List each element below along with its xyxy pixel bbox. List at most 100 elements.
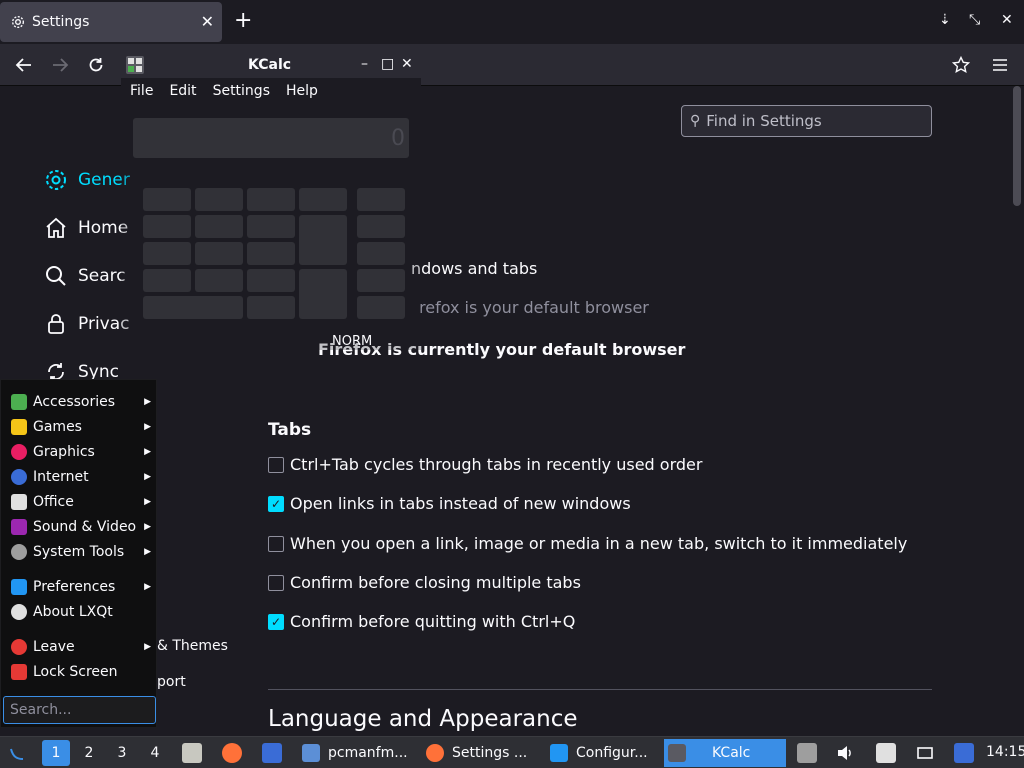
menu-item-about-lxqt[interactable]: About LXQt [11, 604, 151, 620]
calc-key[interactable] [357, 242, 405, 265]
menu-item-internet[interactable]: Internet ▶ [11, 469, 151, 485]
menu-settings[interactable]: Settings [213, 83, 270, 99]
checkbox[interactable] [268, 574, 284, 591]
checkbox[interactable] [268, 535, 284, 552]
workspace-4[interactable]: 4 [141, 740, 169, 766]
close-icon[interactable]: ✕ [401, 56, 413, 72]
tab-option-open-links[interactable]: ✓ Open links in tabs instead of new wind… [268, 494, 631, 513]
sidebar-item-search[interactable]: Searc [44, 264, 126, 288]
calc-key[interactable] [247, 296, 295, 319]
menu-item-accessories[interactable]: Accessories ▶ [11, 394, 151, 410]
minimize-icon[interactable]: ⇣ [939, 12, 951, 28]
calc-key[interactable] [195, 188, 243, 211]
file-manager-launcher-icon[interactable] [182, 743, 202, 763]
start-menu-search-input[interactable]: Search... [3, 696, 156, 724]
tab-option-switch-to-tab[interactable]: When you open a link, image or media in … [268, 534, 907, 553]
tab-option-confirm-quit[interactable]: ✓ Confirm before quitting with Ctrl+Q [268, 612, 575, 631]
maximize-icon[interactable]: □ [381, 56, 394, 72]
menu-item-label: Graphics [33, 444, 95, 460]
folder-icon [302, 744, 320, 762]
calc-key[interactable] [299, 215, 347, 265]
reload-icon[interactable] [83, 52, 109, 78]
notes-icon[interactable] [876, 743, 896, 763]
calc-key[interactable] [143, 215, 191, 238]
checkbox[interactable] [268, 456, 284, 473]
lock-icon [48, 314, 64, 334]
calc-key[interactable] [357, 296, 405, 319]
hamburger-menu-icon[interactable] [987, 52, 1013, 78]
task-pcmanfm[interactable]: pcmanfm... [298, 739, 416, 767]
checkbox-checked[interactable]: ✓ [268, 613, 284, 630]
kcalc-titlebar[interactable]: KCalc – □ ✕ [121, 52, 421, 78]
back-icon[interactable] [11, 52, 37, 78]
calc-key[interactable] [357, 269, 405, 292]
volume-icon[interactable] [835, 743, 855, 763]
sidebar-item-general[interactable]: Gener [44, 168, 130, 192]
tab-option-confirm-close[interactable]: Confirm before closing multiple tabs [268, 573, 581, 592]
task-configuration[interactable]: Configur... [546, 739, 658, 767]
scrollbar[interactable] [1013, 86, 1021, 206]
task-kcalc[interactable]: KCalc [664, 739, 786, 767]
menu-help[interactable]: Help [286, 83, 318, 99]
start-menu-icon[interactable] [8, 744, 26, 762]
calc-key[interactable] [357, 215, 405, 238]
menu-item-system-tools[interactable]: System Tools ▶ [11, 544, 151, 560]
calc-key[interactable] [195, 215, 243, 238]
sound-video-icon [11, 519, 27, 535]
calc-key[interactable] [143, 188, 191, 211]
menu-item-label: Leave [33, 639, 75, 655]
workspace-2[interactable]: 2 [75, 740, 103, 766]
find-in-settings-input[interactable]: ⚲ Find in Settings [681, 105, 932, 137]
calc-key[interactable] [143, 242, 191, 265]
kcalc-window[interactable]: KCalc – □ ✕ File Edit Settings Help 0 [121, 52, 421, 350]
forward-icon[interactable] [47, 52, 73, 78]
gear-icon [46, 170, 66, 190]
window-close-icon[interactable]: ✕ [1001, 12, 1013, 28]
checkbox-checked[interactable]: ✓ [268, 495, 284, 512]
sidebar-item-home[interactable]: Home [44, 216, 128, 240]
menu-item-preferences[interactable]: Preferences ▶ [11, 579, 151, 595]
menu-item-office[interactable]: Office ▶ [11, 494, 151, 510]
menu-item-games[interactable]: Games ▶ [11, 419, 151, 435]
menu-item-sound-video[interactable]: Sound & Video ▶ [11, 519, 151, 535]
desktop-launcher-icon[interactable] [262, 743, 282, 763]
calc-key[interactable] [195, 269, 243, 292]
menu-item-leave[interactable]: Leave ▶ [11, 639, 151, 655]
sidebar-item-themes[interactable]: & Themes [157, 638, 228, 654]
calc-key[interactable] [357, 188, 405, 211]
restore-icon[interactable]: ⤡ [969, 12, 980, 28]
calc-key[interactable] [299, 269, 347, 319]
update-notifier-icon[interactable] [954, 743, 974, 763]
tab-settings[interactable]: Settings ✕ [0, 2, 222, 42]
calc-key[interactable] [247, 242, 295, 265]
sidebar-item-support[interactable]: port [157, 674, 186, 690]
browser-tab-bar: Settings ✕ + ⇣ ⤡ ✕ [0, 0, 1024, 44]
sidebar-item-privacy[interactable]: Privac [44, 312, 130, 336]
kcalc-mode-indicator: NORM [332, 334, 373, 349]
show-desktop-icon[interactable] [916, 744, 934, 762]
minimize-icon[interactable]: – [361, 56, 368, 72]
menu-file[interactable]: File [130, 83, 153, 99]
task-firefox-settings[interactable]: Settings ... [422, 739, 540, 767]
calc-key[interactable] [247, 188, 295, 211]
calc-key[interactable] [143, 296, 243, 319]
bookmark-star-icon[interactable] [948, 52, 974, 78]
calc-key[interactable] [299, 188, 347, 211]
menu-item-graphics[interactable]: Graphics ▶ [11, 444, 151, 460]
workspace-1[interactable]: 1 [42, 740, 70, 766]
calc-key[interactable] [247, 215, 295, 238]
menu-item-lock-screen[interactable]: Lock Screen [11, 664, 151, 680]
task-label: Configur... [576, 745, 648, 761]
calc-key[interactable] [195, 242, 243, 265]
tab-option-ctrl-tab[interactable]: Ctrl+Tab cycles through tabs in recently… [268, 455, 702, 474]
clipboard-icon[interactable] [797, 743, 817, 763]
new-tab-button[interactable]: + [234, 8, 252, 33]
tabs-section-title: Tabs [268, 420, 312, 440]
calculator-icon [126, 56, 144, 74]
calc-key[interactable] [247, 269, 295, 292]
tab-close-icon[interactable]: ✕ [201, 12, 214, 31]
firefox-launcher-icon[interactable] [222, 743, 242, 763]
calc-key[interactable] [143, 269, 191, 292]
menu-edit[interactable]: Edit [169, 83, 196, 99]
workspace-3[interactable]: 3 [108, 740, 136, 766]
